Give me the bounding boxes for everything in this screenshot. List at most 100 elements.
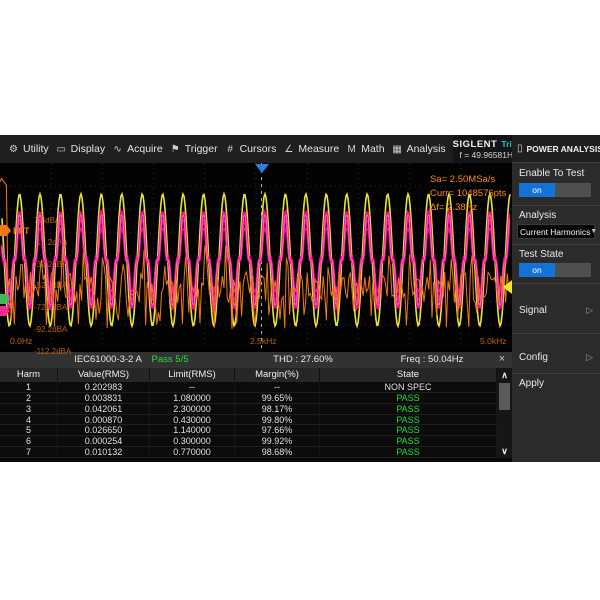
apply-menu-item[interactable]: Apply — [519, 378, 544, 389]
page: ⚙ Utility ▭Display ∿Acquire ⚑ Trigger # Cursors… — [0, 0, 600, 600]
cell-value: 0.000254 — [58, 436, 150, 446]
cell-margin: 99.80% — [235, 415, 320, 425]
cell-harm: 5 — [0, 425, 58, 435]
freq-axis-label: 5.0kHz — [480, 336, 506, 346]
menu-item-label: Math — [361, 143, 384, 155]
analysis-label: Analysis — [519, 210, 556, 221]
menu-item-cursors[interactable]: # Cursors — [225, 143, 277, 155]
submenu-arrow-icon: ▷ — [586, 305, 593, 316]
cell-margin: 99.65% — [235, 393, 320, 403]
cell-state: PASS — [320, 393, 497, 403]
menu-item-math[interactable]: MMath — [346, 143, 384, 155]
trigger-level-icon[interactable] — [503, 280, 512, 294]
test-state-label: Test State — [519, 249, 563, 260]
divider — [512, 205, 600, 206]
menu-item-trigger[interactable]: ⚑ Trigger — [170, 143, 218, 155]
cell-margin: -- — [235, 382, 320, 392]
table-scrollbar: ∧ ∨ — [497, 368, 512, 458]
cell-state: PASS — [320, 425, 497, 435]
divider — [512, 283, 600, 284]
cell-margin: 98.17% — [235, 404, 320, 414]
cell-value: 0.026650 — [58, 425, 150, 435]
cell-value: 0.202983 — [58, 382, 150, 392]
cursors-icon: # — [225, 144, 236, 155]
trigger-position-icon[interactable] — [255, 164, 269, 173]
divider — [512, 244, 600, 245]
menu-item-label: Cursors — [240, 143, 277, 155]
display-icon: ▭ — [56, 144, 67, 155]
signal-menu-item[interactable]: Signal — [519, 305, 547, 316]
freq-axis-label: 2.5kHz — [250, 336, 276, 346]
scroll-up-icon[interactable]: ∧ — [497, 368, 512, 382]
harmonics-table: IEC61000-3-2 A Pass 5/5 THD : 27.60% Fre… — [0, 352, 512, 462]
gear-icon: ⚙ — [8, 144, 19, 155]
cell-limit: 2.300000 — [150, 404, 235, 414]
table-close-icon[interactable]: × — [494, 353, 510, 365]
analysis-dropdown[interactable]: Current Harmonics ▼ — [517, 224, 595, 239]
chevron-down-icon: ▼ — [590, 228, 599, 235]
cell-state: PASS — [320, 436, 497, 446]
menu-item-utility[interactable]: ⚙ Utility — [8, 143, 49, 155]
cell-value: 0.010132 — [58, 447, 150, 457]
analysis-selected-value: Current Harmonics — [518, 227, 590, 237]
enable-to-test-toggle[interactable]: on — [519, 183, 591, 197]
acquisition-readout: Curr= 1048576pts — [430, 187, 506, 201]
cell-state: PASS — [320, 415, 497, 425]
cell-limit: 1.140000 — [150, 425, 235, 435]
fft-channel-tag[interactable]: FFT — [0, 225, 30, 236]
column-header: Limit(RMS) — [150, 368, 235, 382]
column-header: Margin(%) — [235, 368, 320, 382]
brand-logo: SIGLENT — [453, 139, 498, 150]
freq-readout: Freq : 50.04Hz — [362, 354, 502, 365]
analysis-icon: ▦ — [392, 144, 403, 155]
table-row: 30.0420612.30000098.17%PASS — [0, 404, 497, 415]
cell-state: PASS — [320, 404, 497, 414]
trigger-flag-icon: ⚑ — [170, 144, 181, 155]
menu-item-display[interactable]: ▭Display — [56, 143, 105, 155]
cell-limit: 1.080000 — [150, 393, 235, 403]
test-state-toggle[interactable]: on — [519, 263, 591, 277]
cell-value: 0.042061 — [58, 404, 150, 414]
cell-margin: 98.68% — [235, 447, 320, 457]
fft-marker-icon — [0, 225, 11, 236]
cell-harm: 6 — [0, 436, 58, 446]
menu-item-label: Utility — [23, 143, 49, 155]
freq-axis-label: 0.0Hz — [10, 336, 32, 346]
table-title-bar: IEC61000-3-2 A Pass 5/5 THD : 27.60% Fre… — [0, 352, 512, 368]
menu-item-label: Acquire — [127, 143, 163, 155]
cell-harm: 7 — [0, 447, 58, 457]
menu-item-analysis[interactable]: ▦ Analysis — [392, 143, 446, 155]
acquisition-readout: Δf= 2.38Hz — [430, 201, 506, 215]
enable-to-test-label: Enable To Test — [519, 168, 584, 179]
menu-item-label: Analysis — [407, 143, 446, 155]
panel-header: ▯ POWER ANALYSIS — [512, 135, 600, 163]
table-body: 10.202983----NON SPEC20.0038311.08000099… — [0, 382, 497, 458]
cell-state: NON SPEC — [320, 382, 497, 392]
cell-harm: 2 — [0, 393, 58, 403]
menu-bar-items: ⚙ Utility ▭Display ∿Acquire ⚑ Trigger # Cursors… — [8, 143, 453, 155]
menu-item-label: Trigger — [185, 143, 218, 155]
cell-limit: -- — [150, 382, 235, 392]
scroll-thumb[interactable] — [499, 383, 510, 410]
table-row: 70.0101320.77000098.68%PASS — [0, 447, 497, 458]
cell-margin: 97.66% — [235, 425, 320, 435]
cell-harm: 1 — [0, 382, 58, 392]
waveform-display: 7.8dBA-12.2dBA-32.2dBA-52.2dBA-72.2dBA-9… — [0, 163, 512, 348]
column-header: State — [320, 368, 497, 382]
menu-item-acquire[interactable]: ∿Acquire — [112, 143, 163, 155]
cell-harm: 4 — [0, 415, 58, 425]
power-analysis-panel: ▯ POWER ANALYSIS Enable To Test on Analy… — [512, 135, 600, 462]
cell-value: 0.003831 — [58, 393, 150, 403]
table-row: 10.202983----NON SPEC — [0, 382, 497, 393]
cell-limit: 0.430000 — [150, 415, 235, 425]
menu-item-measure[interactable]: ∠Measure — [283, 143, 339, 155]
panel-title: POWER ANALYSIS — [527, 144, 600, 154]
divider — [512, 373, 600, 374]
table-row: 60.0002540.30000099.92%PASS — [0, 436, 497, 447]
scroll-down-icon[interactable]: ∨ — [497, 444, 512, 458]
config-menu-item[interactable]: Config — [519, 352, 548, 363]
submenu-arrow-icon: ▷ — [586, 352, 593, 363]
table-row: 20.0038311.08000099.65%PASS — [0, 393, 497, 404]
oscilloscope-screen: ⚙ Utility ▭Display ∿Acquire ⚑ Trigger # Cursors… — [0, 135, 600, 462]
acquisition-readout: Sa= 2.50MSa/s — [430, 173, 506, 187]
